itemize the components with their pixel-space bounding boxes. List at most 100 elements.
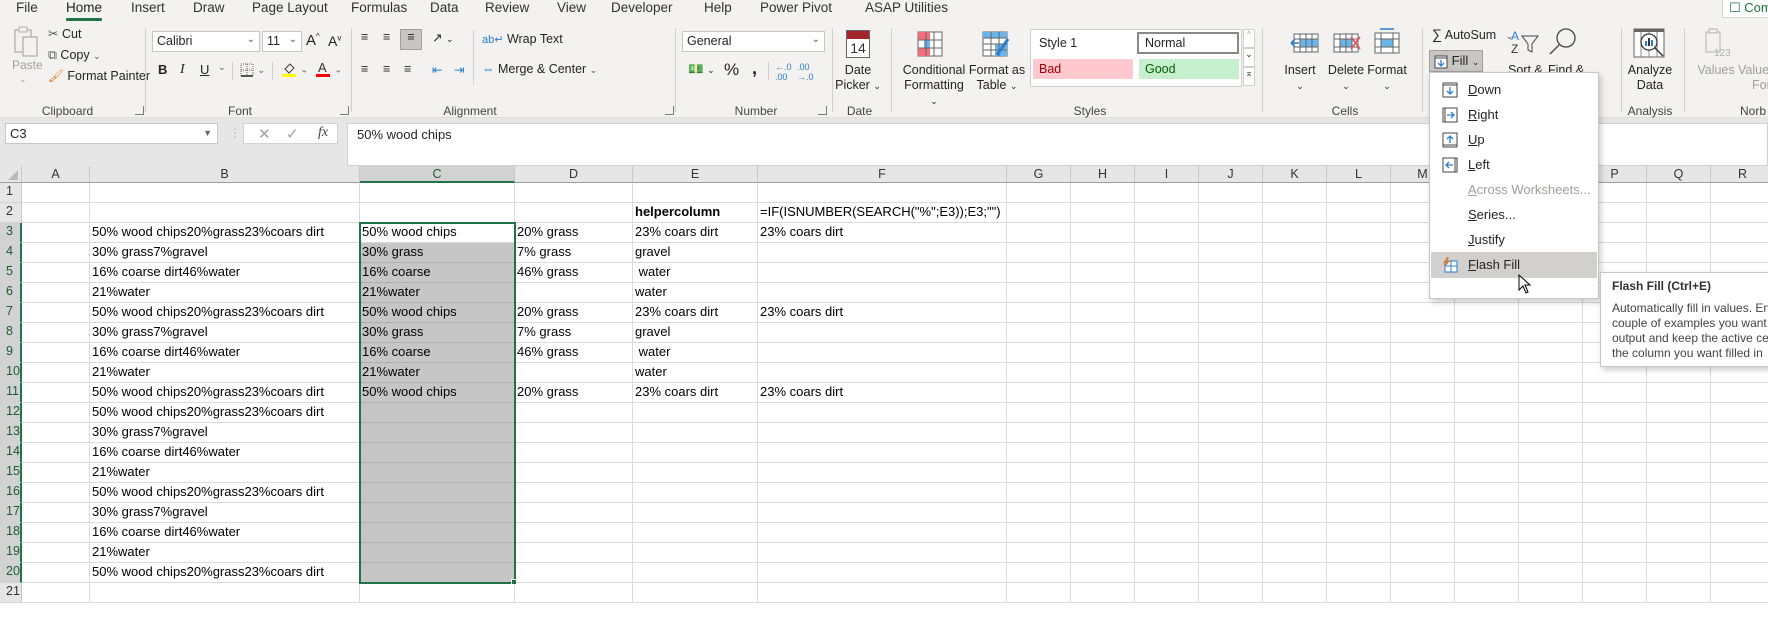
clipboard-launcher-icon[interactable]: [135, 106, 144, 115]
wrap-text-button[interactable]: ab↵ Wrap Text: [482, 32, 563, 46]
cell-n18[interactable]: [1455, 523, 1519, 543]
font-size-dropdown[interactable]: 11 ⌄: [262, 31, 302, 52]
cell-m14[interactable]: [1391, 443, 1455, 463]
column-header-h[interactable]: H: [1071, 166, 1135, 183]
cell-j19[interactable]: [1199, 543, 1263, 563]
cell-c17[interactable]: [360, 503, 515, 523]
font-launcher-icon[interactable]: [340, 106, 349, 115]
insert-function-icon[interactable]: fx: [318, 125, 328, 141]
tab-help[interactable]: Help: [704, 0, 732, 22]
cell-h14[interactable]: [1071, 443, 1135, 463]
cell-k17[interactable]: [1263, 503, 1327, 523]
tab-data[interactable]: Data: [430, 0, 459, 22]
cell-f8[interactable]: [758, 323, 1007, 343]
cell-m15[interactable]: [1391, 463, 1455, 483]
cell-f9[interactable]: [758, 343, 1007, 363]
cell-b5[interactable]: 16% coarse dirt46%water: [90, 263, 360, 283]
cell-b6[interactable]: 21%water: [90, 283, 360, 303]
row-header[interactable]: 1: [0, 183, 22, 203]
cell-c2[interactable]: [360, 203, 515, 223]
cell-f2[interactable]: =IF(ISNUMBER(SEARCH("%";E3));E3;""): [758, 203, 1007, 223]
cell-d5[interactable]: 46% grass: [515, 263, 633, 283]
cell-o16[interactable]: [1519, 483, 1583, 503]
cell-a18[interactable]: [22, 523, 90, 543]
cell-c21[interactable]: [360, 583, 515, 603]
cell-q1[interactable]: [1647, 183, 1711, 203]
cell-h16[interactable]: [1071, 483, 1135, 503]
cell-b18[interactable]: 16% coarse dirt46%water: [90, 523, 360, 543]
cell-d19[interactable]: [515, 543, 633, 563]
tab-review[interactable]: Review: [485, 0, 529, 22]
cell-g18[interactable]: [1007, 523, 1071, 543]
cell-c19[interactable]: [360, 543, 515, 563]
cut-button[interactable]: ✂ Cut: [48, 26, 81, 41]
align-left-button[interactable]: ≡: [361, 62, 368, 76]
cell-l15[interactable]: [1327, 463, 1391, 483]
column-header-d[interactable]: D: [515, 166, 633, 183]
cell-d4[interactable]: 7% grass: [515, 243, 633, 263]
cell-b15[interactable]: 21%water: [90, 463, 360, 483]
cell-d3[interactable]: 20% grass: [515, 223, 633, 243]
cell-q14[interactable]: [1647, 443, 1711, 463]
cell-k3[interactable]: [1263, 223, 1327, 243]
cell-m13[interactable]: [1391, 423, 1455, 443]
cell-j1[interactable]: [1199, 183, 1263, 203]
cancel-icon[interactable]: ✕: [258, 125, 271, 143]
cell-e14[interactable]: [633, 443, 758, 463]
cell-l17[interactable]: [1327, 503, 1391, 523]
fill-menu-item-right[interactable]: Right: [1431, 102, 1597, 128]
cell-h17[interactable]: [1071, 503, 1135, 523]
cell-l1[interactable]: [1327, 183, 1391, 203]
accounting-format-button[interactable]: 💵 ⌄: [688, 62, 715, 77]
cell-f10[interactable]: [758, 363, 1007, 383]
column-header-k[interactable]: K: [1263, 166, 1327, 183]
cell-a21[interactable]: [22, 583, 90, 603]
column-header-l[interactable]: L: [1327, 166, 1391, 183]
cell-c20[interactable]: [360, 563, 515, 583]
cell-c16[interactable]: [360, 483, 515, 503]
cell-l10[interactable]: [1327, 363, 1391, 383]
cell-h1[interactable]: [1071, 183, 1135, 203]
cell-a6[interactable]: [22, 283, 90, 303]
row-header[interactable]: 17: [0, 503, 22, 523]
cell-r16[interactable]: [1711, 483, 1768, 503]
cell-j21[interactable]: [1199, 583, 1263, 603]
number-format-dropdown[interactable]: General ⌄: [682, 31, 825, 52]
column-header-g[interactable]: G: [1007, 166, 1071, 183]
cell-h8[interactable]: [1071, 323, 1135, 343]
cell-d8[interactable]: 7% grass: [515, 323, 633, 343]
cell-e5[interactable]: water: [633, 263, 758, 283]
row-header[interactable]: 18: [0, 523, 22, 543]
cell-g2[interactable]: [1007, 203, 1071, 223]
cell-n9[interactable]: [1455, 343, 1519, 363]
cell-f20[interactable]: [758, 563, 1007, 583]
cell-i10[interactable]: [1135, 363, 1199, 383]
row-header[interactable]: 19: [0, 543, 22, 563]
cell-o8[interactable]: [1519, 323, 1583, 343]
cell-h11[interactable]: [1071, 383, 1135, 403]
cell-p15[interactable]: [1583, 463, 1647, 483]
cell-l12[interactable]: [1327, 403, 1391, 423]
cell-f16[interactable]: [758, 483, 1007, 503]
cell-l6[interactable]: [1327, 283, 1391, 303]
style-good[interactable]: Good: [1139, 59, 1239, 79]
column-header-i[interactable]: I: [1135, 166, 1199, 183]
fill-menu-item-flash-fill[interactable]: Flash Fill: [1431, 252, 1597, 278]
cell-b12[interactable]: 50% wood chips20%grass23%coars dirt: [90, 403, 360, 423]
cell-q17[interactable]: [1647, 503, 1711, 523]
cell-d21[interactable]: [515, 583, 633, 603]
cell-q19[interactable]: [1647, 543, 1711, 563]
cell-f13[interactable]: [758, 423, 1007, 443]
cell-p13[interactable]: [1583, 423, 1647, 443]
cell-d13[interactable]: [515, 423, 633, 443]
middle-align-button[interactable]: ≡: [383, 30, 390, 44]
cell-d20[interactable]: [515, 563, 633, 583]
cell-a15[interactable]: [22, 463, 90, 483]
cell-j4[interactable]: [1199, 243, 1263, 263]
cell-i11[interactable]: [1135, 383, 1199, 403]
cell-q21[interactable]: [1647, 583, 1711, 603]
row-header[interactable]: 5: [0, 263, 22, 283]
cell-k7[interactable]: [1263, 303, 1327, 323]
cell-e4[interactable]: gravel: [633, 243, 758, 263]
cell-d14[interactable]: [515, 443, 633, 463]
